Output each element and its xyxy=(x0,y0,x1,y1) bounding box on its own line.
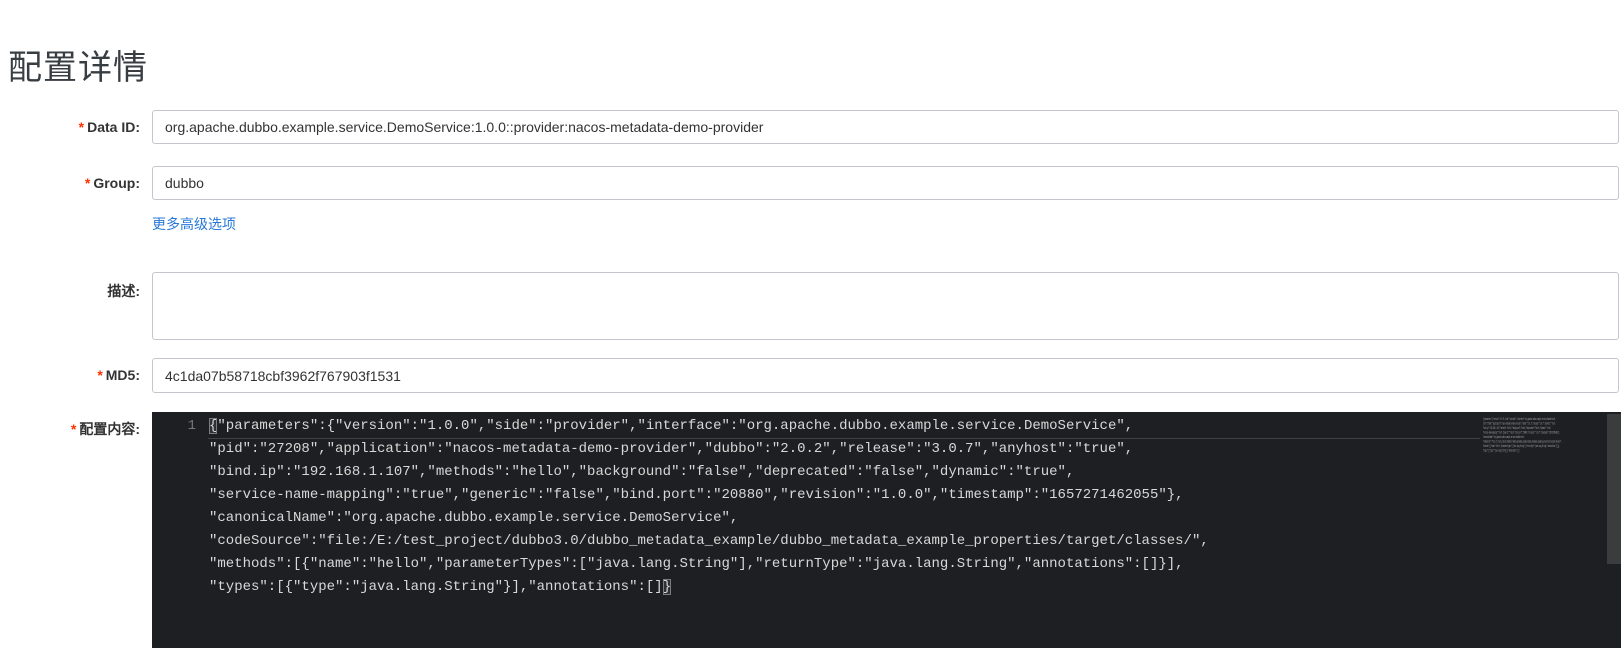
md5-label-text: MD5: xyxy=(105,367,140,383)
md5-input[interactable] xyxy=(152,358,1619,393)
data-id-label: * Data ID: xyxy=(0,119,140,135)
matching-bracket-highlight: } xyxy=(662,579,672,595)
required-asterisk: * xyxy=(78,119,85,135)
description-label-text: 描述: xyxy=(107,283,140,299)
required-asterisk: * xyxy=(84,175,91,191)
more-advanced-options-link[interactable]: 更多高级选项 xyxy=(152,214,236,234)
editor-code-lines: {"parameters":{"version":"1.0.0","side":… xyxy=(209,415,1471,599)
md5-label: * MD5: xyxy=(0,367,140,383)
code-line: "bind.ip":"192.168.1.107","methods":"hel… xyxy=(209,464,1075,480)
group-label: * Group: xyxy=(0,175,140,191)
code-line: "types":[{"type":"java.lang.String"}],"a… xyxy=(209,579,672,595)
code-line: "service-name-mapping":"true","generic":… xyxy=(209,487,1184,503)
code-line: {"parameters":{"version":"1.0.0","side":… xyxy=(209,418,1134,434)
required-asterisk: * xyxy=(97,367,103,383)
description-label: 描述: xyxy=(0,281,140,301)
code-line: "canonicalName":"org.apache.dubbo.exampl… xyxy=(209,510,739,526)
editor-gutter: 1 xyxy=(152,412,204,648)
code-line: "pid":"27208","application":"nacos-metad… xyxy=(209,441,1134,457)
description-textarea[interactable] xyxy=(152,272,1619,340)
editor-minimap[interactable]: {"parameters":{"version":"1.0.0","side":… xyxy=(1483,417,1605,461)
group-label-text: Group: xyxy=(93,175,140,191)
page-title: 配置详情 xyxy=(8,49,148,87)
code-line: "methods":[{"name":"hello","parameterTyp… xyxy=(209,556,1184,572)
editor-scrollbar[interactable] xyxy=(1607,414,1621,564)
config-content-label-text: 配置内容: xyxy=(79,421,140,437)
required-asterisk: * xyxy=(70,421,77,437)
data-id-label-text: Data ID: xyxy=(87,119,140,135)
config-content-editor[interactable]: 1 {"parameters":{"version":"1.0.0","side… xyxy=(152,412,1621,648)
editor-minimap-content: {"parameters":{"version":"1.0.0","side":… xyxy=(1483,417,1562,453)
group-input[interactable] xyxy=(152,166,1619,200)
code-line: "codeSource":"file:/E:/test_project/dubb… xyxy=(209,533,1209,549)
config-detail-page: 配置详情 *Data ID: *Group: 更多高级选项 描述: *MD5: … xyxy=(0,0,1621,648)
config-content-label: * 配置内容: xyxy=(0,419,140,439)
editor-line-number: 1 xyxy=(187,418,196,434)
data-id-input[interactable] xyxy=(152,110,1619,144)
matching-bracket-highlight: { xyxy=(209,418,218,434)
